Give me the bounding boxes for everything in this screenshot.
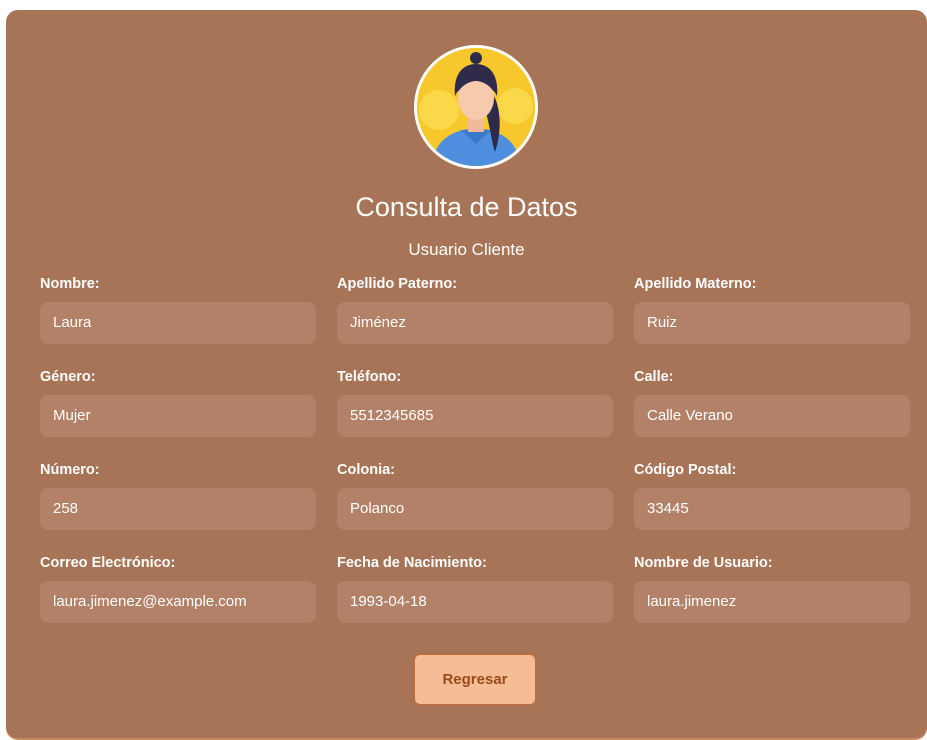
data-card: Consulta de Datos Usuario Cliente Nombre… xyxy=(6,10,927,740)
field-genero[interactable]: Mujer xyxy=(40,395,316,437)
label-correo: Correo Electrónico: xyxy=(40,555,176,571)
label-codigo-postal: Código Postal: xyxy=(634,462,737,478)
label-nombre-usuario: Nombre de Usuario: xyxy=(634,555,773,571)
label-apellido-materno: Apellido Materno: xyxy=(634,276,757,292)
field-codigo-postal[interactable]: 33445 xyxy=(634,488,910,530)
label-numero: Número: xyxy=(40,462,100,478)
page-subtitle: Usuario Cliente xyxy=(408,240,525,259)
field-numero[interactable]: 258 xyxy=(40,488,316,530)
label-colonia: Colonia: xyxy=(337,462,395,478)
field-apellido-materno[interactable]: Ruiz xyxy=(634,302,910,344)
user-avatar xyxy=(414,45,538,169)
field-apellido-paterno[interactable]: Jiménez xyxy=(337,302,613,344)
label-apellido-paterno: Apellido Paterno: xyxy=(337,276,458,292)
field-fecha-nacimiento[interactable]: 1993-04-18 xyxy=(337,581,613,623)
label-nombre: Nombre: xyxy=(40,276,100,292)
field-colonia[interactable]: Polanco xyxy=(337,488,613,530)
back-button[interactable]: Regresar xyxy=(414,654,536,705)
field-correo[interactable]: laura.jimenez@example.com xyxy=(40,581,316,623)
field-telefono[interactable]: 5512345685 xyxy=(337,395,613,437)
label-calle: Calle: xyxy=(634,369,674,385)
field-calle[interactable]: Calle Verano xyxy=(634,395,910,437)
field-nombre[interactable]: Laura xyxy=(40,302,316,344)
label-genero: Género: xyxy=(40,369,96,385)
field-nombre-usuario[interactable]: laura.jimenez xyxy=(634,581,910,623)
woman-avatar-icon xyxy=(417,48,535,166)
page-title: Consulta de Datos xyxy=(355,192,578,222)
label-telefono: Teléfono: xyxy=(337,369,402,385)
label-fecha-nacimiento: Fecha de Nacimiento: xyxy=(337,555,487,571)
